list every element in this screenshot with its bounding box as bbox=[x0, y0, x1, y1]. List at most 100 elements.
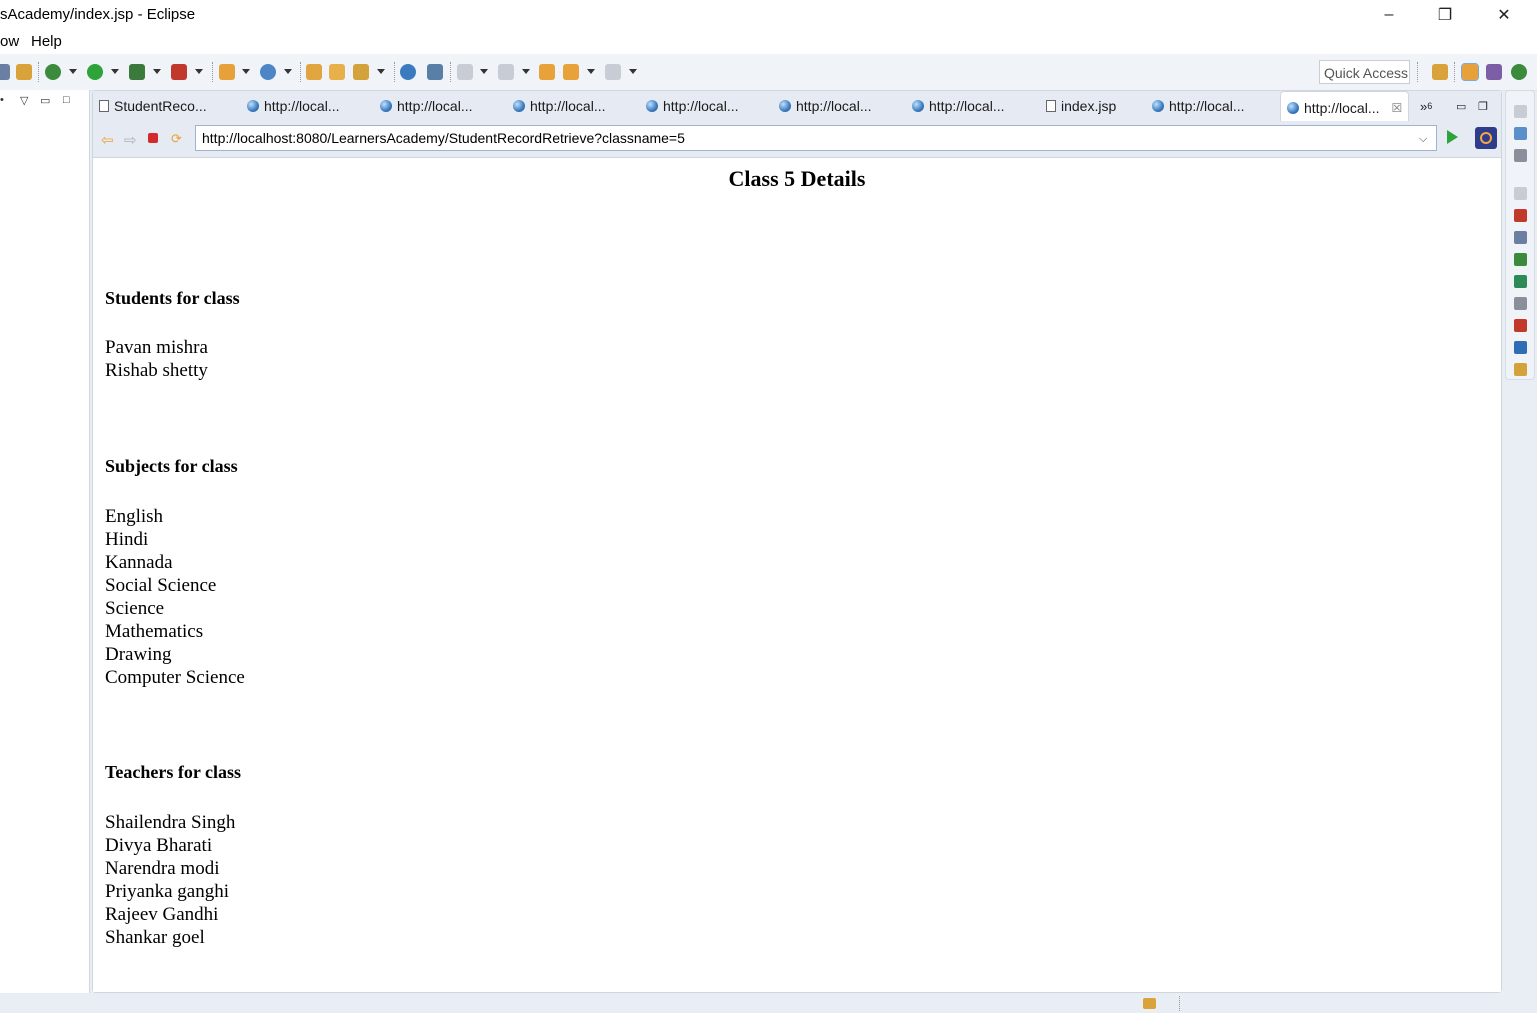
tab-label: index.jsp bbox=[1061, 98, 1117, 114]
console-icon[interactable] bbox=[1514, 341, 1527, 354]
main-toolbar bbox=[0, 54, 1537, 91]
back-dropdown-icon[interactable] bbox=[587, 69, 595, 74]
run-icon[interactable] bbox=[87, 64, 103, 80]
subject-item: Drawing bbox=[105, 644, 172, 665]
task-list-icon[interactable] bbox=[1514, 149, 1527, 162]
java-ee-perspective-icon[interactable] bbox=[1461, 63, 1479, 81]
search-view-icon[interactable] bbox=[1514, 363, 1527, 376]
subject-item: English bbox=[105, 506, 164, 527]
properties-icon[interactable] bbox=[1514, 231, 1527, 244]
outline-view-icon[interactable] bbox=[1514, 127, 1527, 140]
maximize-editor-icon[interactable]: ❐ bbox=[1478, 91, 1488, 121]
new-class-icon[interactable] bbox=[260, 64, 276, 80]
tab-browser[interactable]: http://local... bbox=[912, 91, 1004, 121]
teachers-heading: Teachers for class bbox=[105, 762, 241, 782]
view-menu-icon[interactable]: ▽ bbox=[20, 94, 28, 107]
new-project-dropdown-icon[interactable] bbox=[242, 69, 250, 74]
browser-forward-icon[interactable]: ⇨ bbox=[124, 131, 137, 149]
tab-browser[interactable]: http://local... bbox=[646, 91, 738, 121]
servers-icon[interactable] bbox=[1514, 253, 1527, 266]
restore-icon[interactable] bbox=[1514, 105, 1527, 118]
close-button[interactable]: ✕ bbox=[1481, 0, 1527, 30]
menu-window[interactable]: ow bbox=[0, 33, 19, 50]
toolbar-separator bbox=[450, 62, 452, 82]
teacher-item: Rajeev Gandhi bbox=[105, 904, 219, 925]
next-annotation-dropdown-icon[interactable] bbox=[480, 69, 488, 74]
tab-studentrecord[interactable]: StudentReco... bbox=[99, 91, 207, 121]
build-icon[interactable] bbox=[16, 64, 32, 80]
subject-item: Social Science bbox=[105, 575, 217, 596]
maximize-button[interactable]: ❐ bbox=[1422, 0, 1468, 30]
url-input[interactable]: http://localhost:8080/LearnersAcademy/St… bbox=[195, 125, 1437, 151]
title-bar: sAcademy/index.jsp - Eclipse – ❐ ✕ bbox=[0, 0, 1537, 30]
new-class-dropdown-icon[interactable] bbox=[284, 69, 292, 74]
problems-icon[interactable] bbox=[1514, 319, 1527, 332]
web-browser-icon[interactable] bbox=[400, 64, 416, 80]
run-dropdown-icon[interactable] bbox=[111, 69, 119, 74]
student-item: Rishab shetty bbox=[105, 360, 208, 381]
progress-icon[interactable] bbox=[1143, 998, 1156, 1009]
snippets-icon[interactable] bbox=[1514, 297, 1527, 310]
data-source-icon[interactable] bbox=[1514, 275, 1527, 288]
tab-label: http://local... bbox=[929, 98, 1005, 114]
minimize-editor-icon[interactable]: ▭ bbox=[1456, 91, 1466, 121]
toolbar-separator bbox=[394, 62, 396, 82]
tab-browser[interactable]: http://local... bbox=[513, 91, 605, 121]
restore-icon[interactable] bbox=[1514, 187, 1527, 200]
tab-label: http://local... bbox=[530, 98, 606, 114]
tab-index-jsp[interactable]: index.jsp bbox=[1046, 91, 1116, 121]
markers-icon[interactable] bbox=[1514, 209, 1527, 222]
forward-icon[interactable] bbox=[605, 64, 621, 80]
tab-browser[interactable]: http://local... bbox=[380, 91, 472, 121]
debug-icon[interactable] bbox=[45, 64, 61, 80]
go-button[interactable] bbox=[1447, 130, 1458, 144]
tab-browser[interactable]: http://local... bbox=[247, 91, 339, 121]
eclipse-browser-icon[interactable] bbox=[1475, 127, 1497, 149]
globe-icon bbox=[779, 100, 791, 112]
tab-label: StudentReco... bbox=[114, 98, 207, 114]
new-project-icon[interactable] bbox=[219, 64, 235, 80]
debug-perspective-icon[interactable] bbox=[1511, 64, 1527, 80]
tab-browser-active[interactable]: http://local... ☒ bbox=[1280, 91, 1410, 123]
close-tab-icon[interactable]: ☒ bbox=[1391, 101, 1402, 115]
external-tools-dropdown-icon[interactable] bbox=[195, 69, 203, 74]
last-edit-icon[interactable] bbox=[539, 64, 555, 80]
debug-dropdown-icon[interactable] bbox=[69, 69, 77, 74]
url-history-dropdown-icon[interactable]: ⌵ bbox=[1419, 133, 1427, 146]
subject-item: Computer Science bbox=[105, 667, 245, 688]
subject-item: Mathematics bbox=[105, 621, 204, 642]
open-folder-icon[interactable] bbox=[329, 64, 345, 80]
teacher-item: Divya Bharati bbox=[105, 835, 213, 856]
globe-icon bbox=[1287, 101, 1299, 114]
back-icon[interactable] bbox=[563, 64, 579, 80]
prev-annotation-dropdown-icon[interactable] bbox=[522, 69, 530, 74]
tab-browser[interactable]: http://local... bbox=[779, 91, 871, 121]
browser-stop-icon[interactable] bbox=[148, 133, 158, 143]
run-server-icon[interactable] bbox=[129, 64, 145, 80]
forward-dropdown-icon[interactable] bbox=[629, 69, 637, 74]
menu-help[interactable]: Help bbox=[31, 33, 62, 50]
search-icon[interactable] bbox=[353, 64, 369, 80]
java-perspective-icon[interactable] bbox=[1486, 64, 1502, 80]
open-type-icon[interactable] bbox=[306, 64, 322, 80]
minimize-view-icon[interactable]: ▭ bbox=[40, 94, 50, 107]
toolbar-separator bbox=[300, 62, 302, 82]
quick-access-field[interactable]: Quick Access bbox=[1319, 60, 1410, 84]
subject-item: Kannada bbox=[105, 552, 173, 573]
tab-overflow[interactable]: » 6 bbox=[1420, 91, 1432, 121]
search-dropdown-icon[interactable] bbox=[377, 69, 385, 74]
annotation-icon[interactable] bbox=[427, 64, 443, 80]
browser-refresh-icon[interactable]: ⟳ bbox=[171, 131, 182, 147]
toolbar-icon[interactable] bbox=[0, 64, 10, 80]
browser-back-icon[interactable]: ⇦ bbox=[101, 131, 114, 149]
maximize-view-icon[interactable]: □ bbox=[63, 94, 70, 106]
open-perspective-icon[interactable] bbox=[1432, 64, 1448, 80]
tab-overflow-label: » bbox=[1420, 98, 1428, 114]
run-server-dropdown-icon[interactable] bbox=[153, 69, 161, 74]
prev-annotation-icon[interactable] bbox=[498, 64, 514, 80]
next-annotation-icon[interactable] bbox=[457, 64, 473, 80]
teacher-item: Narendra modi bbox=[105, 858, 220, 879]
minimize-button[interactable]: – bbox=[1366, 0, 1412, 30]
tab-browser[interactable]: http://local... bbox=[1152, 91, 1244, 121]
external-tools-icon[interactable] bbox=[171, 64, 187, 80]
